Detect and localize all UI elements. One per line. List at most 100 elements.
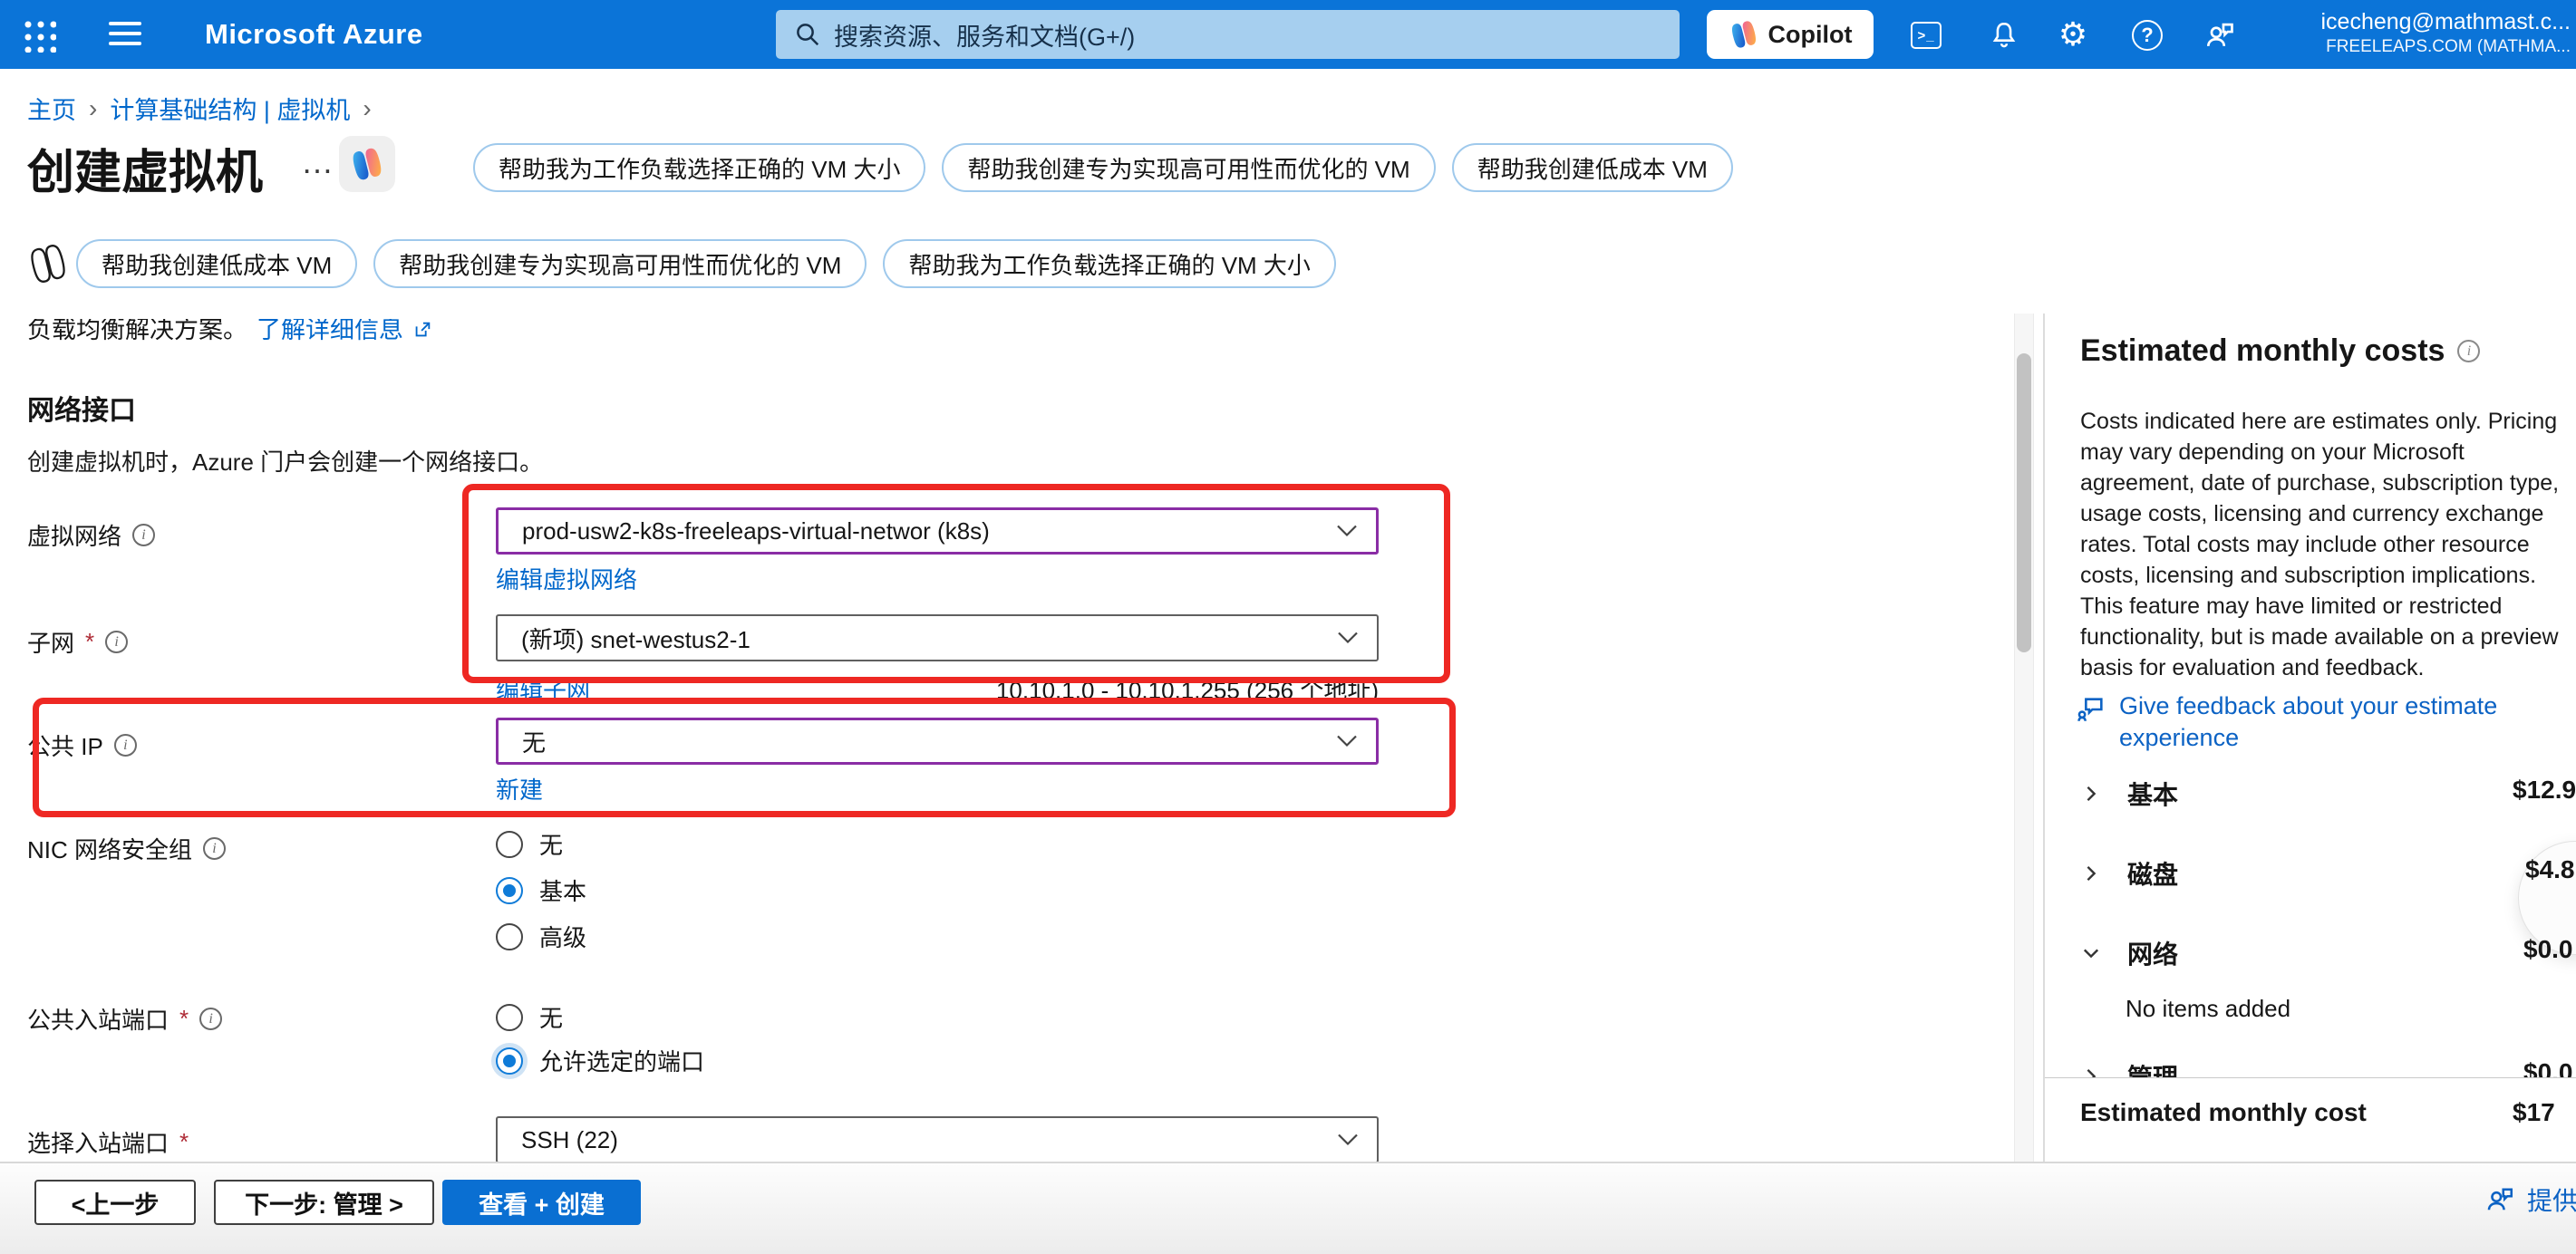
breadcrumb: 主页 计算基础结构 | 虚拟机 (27, 91, 384, 126)
top-bar: Microsoft Azure 搜索资源、服务和文档(G+/) Copilot (0, 0, 2576, 69)
cost-network-empty: No items added (2126, 995, 2290, 1023)
radio-selected-icon[interactable] (496, 877, 523, 904)
vnet-label: 虚拟网络 (27, 518, 155, 552)
nsg-option-basic[interactable]: 基本 (496, 873, 586, 907)
copilot-suggestion-chips-top: 帮助我为工作负载选择正确的 VM 大小 帮助我创建专为实现高可用性而优化的 VM… (473, 143, 1733, 192)
breadcrumb-home[interactable]: 主页 (27, 91, 76, 126)
cloud-shell-icon[interactable] (1907, 16, 1945, 54)
feedback-person-icon (2484, 1183, 2516, 1216)
footer-feedback-link[interactable]: 提供 (2484, 1182, 2576, 1218)
subnet-label: 子网 * (27, 625, 128, 659)
search-input[interactable]: 搜索资源、服务和文档(G+/) (776, 10, 1680, 59)
radio-unselected-icon[interactable] (496, 831, 523, 858)
cost-price-network: $0.0 (2523, 935, 2573, 964)
scrolled-text-clipped: 负载均衡解决方案。 了解详细信息 (27, 319, 843, 352)
copilot-button[interactable]: Copilot (1707, 10, 1874, 59)
vnet-select[interactable]: prod-usw2-k8s-freeleaps-virtual-networ (… (496, 507, 1379, 555)
subnet-select[interactable]: (新项) snet-westus2-1 (496, 614, 1379, 661)
select-ports-label: 选择入站端口 * (27, 1125, 189, 1159)
subnet-meta-row: 编辑子网 10.10.1.0 - 10.10.1.255 (256 个地址) (496, 672, 1379, 706)
feedback-bubbles-icon (2076, 690, 2106, 754)
external-link-icon (412, 320, 432, 340)
nsg-option-advanced[interactable]: 高级 (496, 920, 586, 953)
waffle-icon[interactable] (22, 18, 56, 53)
scrollbar-thumb[interactable] (2017, 353, 2031, 652)
next-management-button[interactable]: 下一步: 管理 > (214, 1180, 434, 1225)
load-balancer-text: 负载均衡解决方案。 (27, 319, 247, 347)
section-description: 创建虚拟机时，Azure 门户会创建一个网络接口。 (27, 444, 543, 477)
subnet-select-value: (新项) snet-westus2-1 (521, 622, 751, 655)
create-new-ip-link[interactable]: 新建 (496, 772, 543, 805)
chip-low-cost-2[interactable]: 帮助我创建低成本 VM (76, 239, 357, 288)
cost-row-basic: 基本 (2080, 776, 2178, 812)
copilot-button-label: Copilot (1768, 21, 1853, 49)
page-title: 创建虚拟机 (27, 134, 263, 202)
chevron-down-icon[interactable] (2080, 942, 2102, 964)
settings-gear-icon[interactable]: ⚙ (2054, 16, 2092, 54)
select-ports-value: SSH (22) (521, 1126, 618, 1154)
chevron-down-icon (1337, 1133, 1359, 1147)
total-cost-label: Estimated monthly cost (2080, 1098, 2367, 1127)
nsg-option-none[interactable]: 无 (496, 827, 563, 861)
radio-unselected-icon[interactable] (496, 1004, 523, 1031)
copilot-badge[interactable] (339, 136, 395, 192)
radio-unselected-icon[interactable] (496, 923, 523, 950)
section-title-network-interface: 网络接口 (27, 388, 136, 428)
estimate-feedback-link[interactable]: Give feedback about your estimate experi… (2076, 690, 2547, 754)
public-ip-select[interactable]: 无 (496, 718, 1379, 765)
edit-vnet-link[interactable]: 编辑虚拟网络 (496, 562, 637, 595)
info-icon[interactable] (114, 734, 137, 757)
inbound-option-allow-selected[interactable]: 允许选定的端口 (496, 1044, 704, 1077)
copilot-suggestion-chips-second: 帮助我创建低成本 VM 帮助我创建专为实现高可用性而优化的 VM 帮助我为工作负… (76, 239, 1336, 288)
feedback-icon[interactable] (2201, 16, 2239, 54)
cost-row-disk: 磁盘 (2080, 855, 2178, 892)
product-name[interactable]: Microsoft Azure (205, 18, 423, 51)
radio-selected-icon[interactable] (496, 1047, 523, 1075)
chevron-down-icon (1337, 632, 1359, 645)
select-ports-select[interactable]: SSH (22) (496, 1116, 1379, 1163)
info-icon[interactable] (203, 837, 226, 860)
cost-price-basic: $12.9 (2513, 776, 2576, 805)
help-icon[interactable] (2128, 16, 2166, 54)
cost-disclaimer: Costs indicated here are estimates only.… (2080, 406, 2574, 683)
chip-vm-size[interactable]: 帮助我为工作负载选择正确的 VM 大小 (473, 143, 925, 192)
chevron-right-icon (76, 94, 110, 123)
more-options-button[interactable]: … (301, 143, 335, 181)
inbound-option-none[interactable]: 无 (496, 1000, 563, 1034)
account-email: icecheng@mathmast.c... (2321, 8, 2571, 36)
info-icon[interactable] (2457, 340, 2480, 362)
search-placeholder: 搜索资源、服务和文档(G+/) (834, 17, 1135, 53)
chevron-right-icon (350, 94, 383, 123)
edit-subnet-link[interactable]: 编辑子网 (496, 672, 590, 706)
account-tenant: FREELEAPS.COM (MATHMA... (2321, 36, 2571, 58)
search-icon (794, 21, 821, 48)
chevron-right-icon[interactable] (2080, 863, 2102, 884)
review-create-button[interactable]: 查看 + 创建 (442, 1180, 641, 1225)
info-icon[interactable] (199, 1008, 222, 1030)
info-icon[interactable] (105, 631, 128, 653)
chip-vm-size-2[interactable]: 帮助我为工作负载选择正确的 VM 大小 (883, 239, 1335, 288)
chevron-down-icon (1336, 525, 1358, 538)
hamburger-menu-icon[interactable] (109, 22, 141, 47)
account-info[interactable]: icecheng@mathmast.c... FREELEAPS.COM (MA… (2321, 8, 2571, 58)
chip-high-availability-2[interactable]: 帮助我创建专为实现高可用性而优化的 VM (373, 239, 867, 288)
copilot-outline-icon (27, 243, 69, 285)
learn-more-link[interactable]: 了解详细信息 (257, 319, 403, 347)
panel-divider (2043, 314, 2045, 1162)
inbound-ports-label: 公共入站端口 * (27, 1002, 222, 1036)
chevron-right-icon[interactable] (2080, 783, 2102, 805)
public-ip-select-value: 无 (522, 725, 546, 758)
copilot-icon (1729, 19, 1759, 50)
total-cost-value: $17 (2513, 1098, 2555, 1127)
info-icon[interactable] (132, 524, 155, 546)
cost-panel-title: Estimated monthly costs (2080, 333, 2480, 369)
breadcrumb-section[interactable]: 计算基础结构 | 虚拟机 (110, 91, 350, 126)
cost-price-disk: $4.8 (2525, 855, 2575, 884)
chip-high-availability[interactable]: 帮助我创建专为实现高可用性而优化的 VM (942, 143, 1435, 192)
chevron-down-icon (1336, 735, 1358, 748)
notifications-bell-icon[interactable] (1985, 16, 2023, 54)
footer-bar: <上一步 下一步: 管理 > 查看 + 创建 提供 (0, 1163, 2576, 1254)
chip-low-cost[interactable]: 帮助我创建低成本 VM (1452, 143, 1733, 192)
copilot-icon (349, 146, 385, 182)
previous-button[interactable]: <上一步 (34, 1180, 196, 1225)
